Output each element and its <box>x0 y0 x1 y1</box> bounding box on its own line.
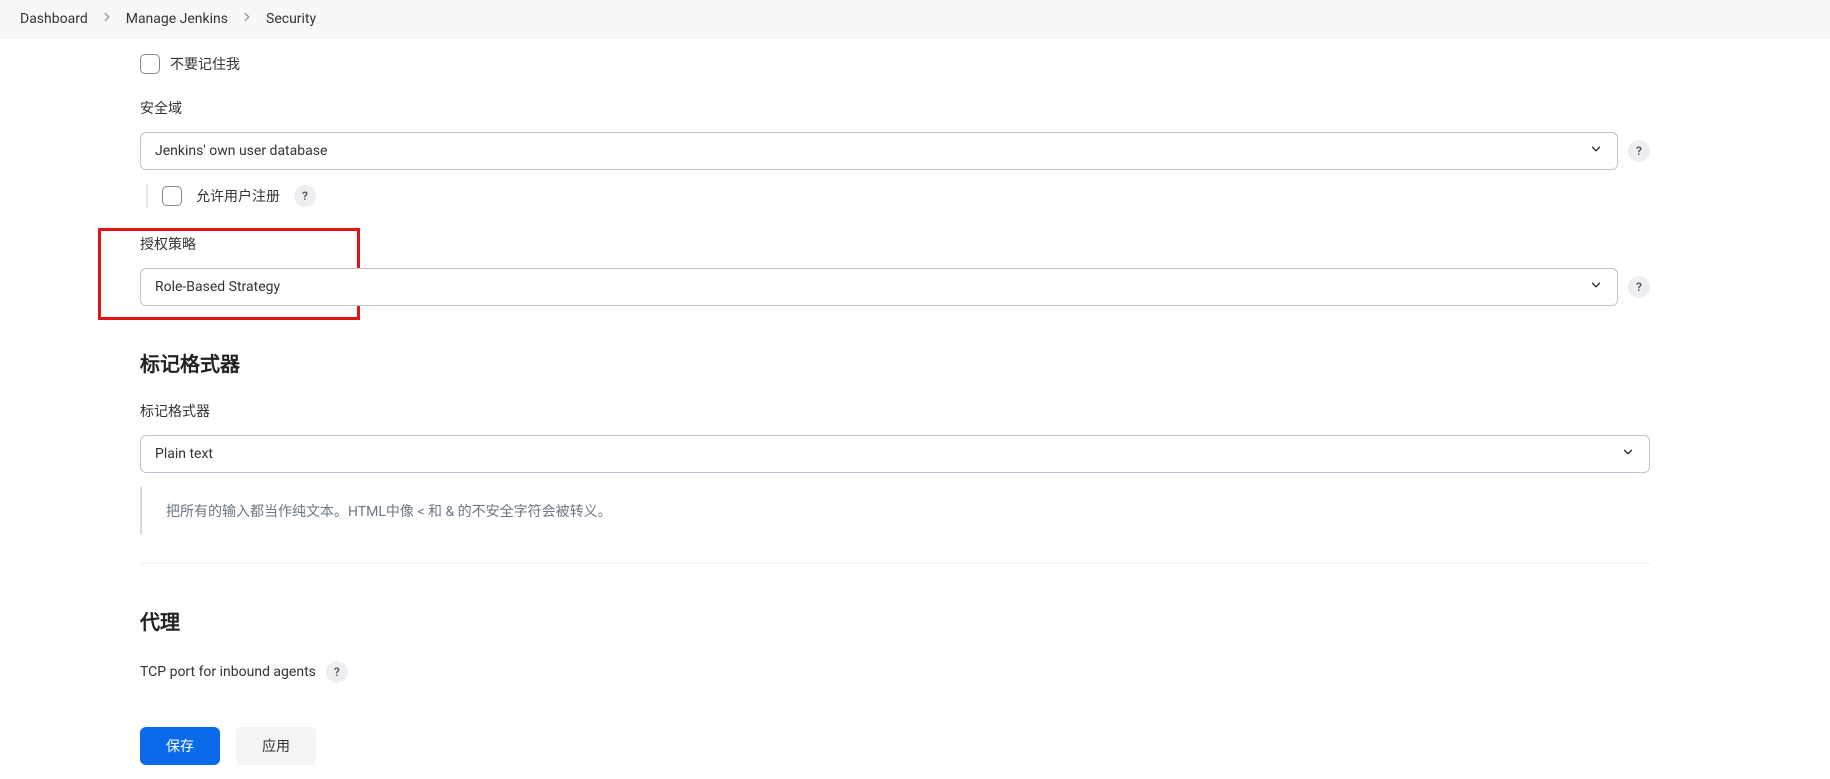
section-title-markup-formatter: 标记格式器 <box>140 348 1650 377</box>
field-label-security-realm: 安全域 <box>140 98 1650 118</box>
save-button[interactable]: 保存 <box>140 727 220 765</box>
select-markup-formatter[interactable]: Plain text <box>140 435 1650 473</box>
help-button-tcp-port[interactable]: ? <box>326 661 348 683</box>
checkbox-dont-remember-me[interactable] <box>140 54 160 74</box>
chevron-right-icon <box>100 10 114 27</box>
apply-button[interactable]: 应用 <box>236 727 316 765</box>
field-security-realm: 安全域 Jenkins' own user database ? 允许用户注册 … <box>140 98 1650 208</box>
help-text-markup-formatter: 把所有的输入都当作纯文本。HTML中像 < 和 & 的不安全字符会被转义。 <box>140 487 1650 535</box>
nested-row-allow-signup: 允许用户注册 ? <box>146 184 1650 208</box>
main-content: 不要记住我 安全域 Jenkins' own user database ? 允… <box>140 38 1650 773</box>
help-button-security-realm[interactable]: ? <box>1628 140 1650 162</box>
field-label-authorization: 授权策略 <box>140 234 1650 254</box>
section-title-agents: 代理 <box>140 606 1650 635</box>
chevron-down-icon <box>1589 142 1603 160</box>
checkbox-label: 不要记住我 <box>170 54 240 74</box>
checkbox-label: 允许用户注册 <box>196 186 280 206</box>
section-separator <box>140 563 1650 564</box>
field-markup-formatter: 标记格式器 Plain text 把所有的输入都当作纯文本。HTML中像 < 和… <box>140 401 1650 535</box>
select-value: Role-Based Strategy <box>155 279 280 295</box>
bottom-action-bar: 保存 应用 <box>0 712 1830 779</box>
nested-divider <box>146 184 148 208</box>
breadcrumb-item-manage-jenkins[interactable]: Manage Jenkins <box>126 11 228 27</box>
chevron-down-icon <box>1621 445 1635 463</box>
checkbox-allow-signup[interactable] <box>162 186 182 206</box>
help-button-authorization[interactable]: ? <box>1628 276 1650 298</box>
select-value: Plain text <box>155 446 213 462</box>
breadcrumb-item-dashboard[interactable]: Dashboard <box>20 11 88 27</box>
help-button-allow-signup[interactable]: ? <box>294 185 316 207</box>
field-label-tcp-port: TCP port for inbound agents <box>140 664 316 680</box>
select-security-realm[interactable]: Jenkins' own user database <box>140 132 1618 170</box>
chevron-right-icon <box>240 10 254 27</box>
select-authorization[interactable]: Role-Based Strategy <box>140 268 1618 306</box>
breadcrumb-item-security[interactable]: Security <box>266 11 316 27</box>
breadcrumb: Dashboard Manage Jenkins Security <box>0 0 1830 38</box>
field-tcp-port: TCP port for inbound agents ? <box>140 661 1650 683</box>
field-authorization: 授权策略 Role-Based Strategy ? <box>140 234 1650 306</box>
field-label-markup-formatter: 标记格式器 <box>140 401 1650 421</box>
select-value: Jenkins' own user database <box>155 143 327 159</box>
checkbox-row-dont-remember-me: 不要记住我 <box>140 54 1650 74</box>
chevron-down-icon <box>1589 278 1603 296</box>
